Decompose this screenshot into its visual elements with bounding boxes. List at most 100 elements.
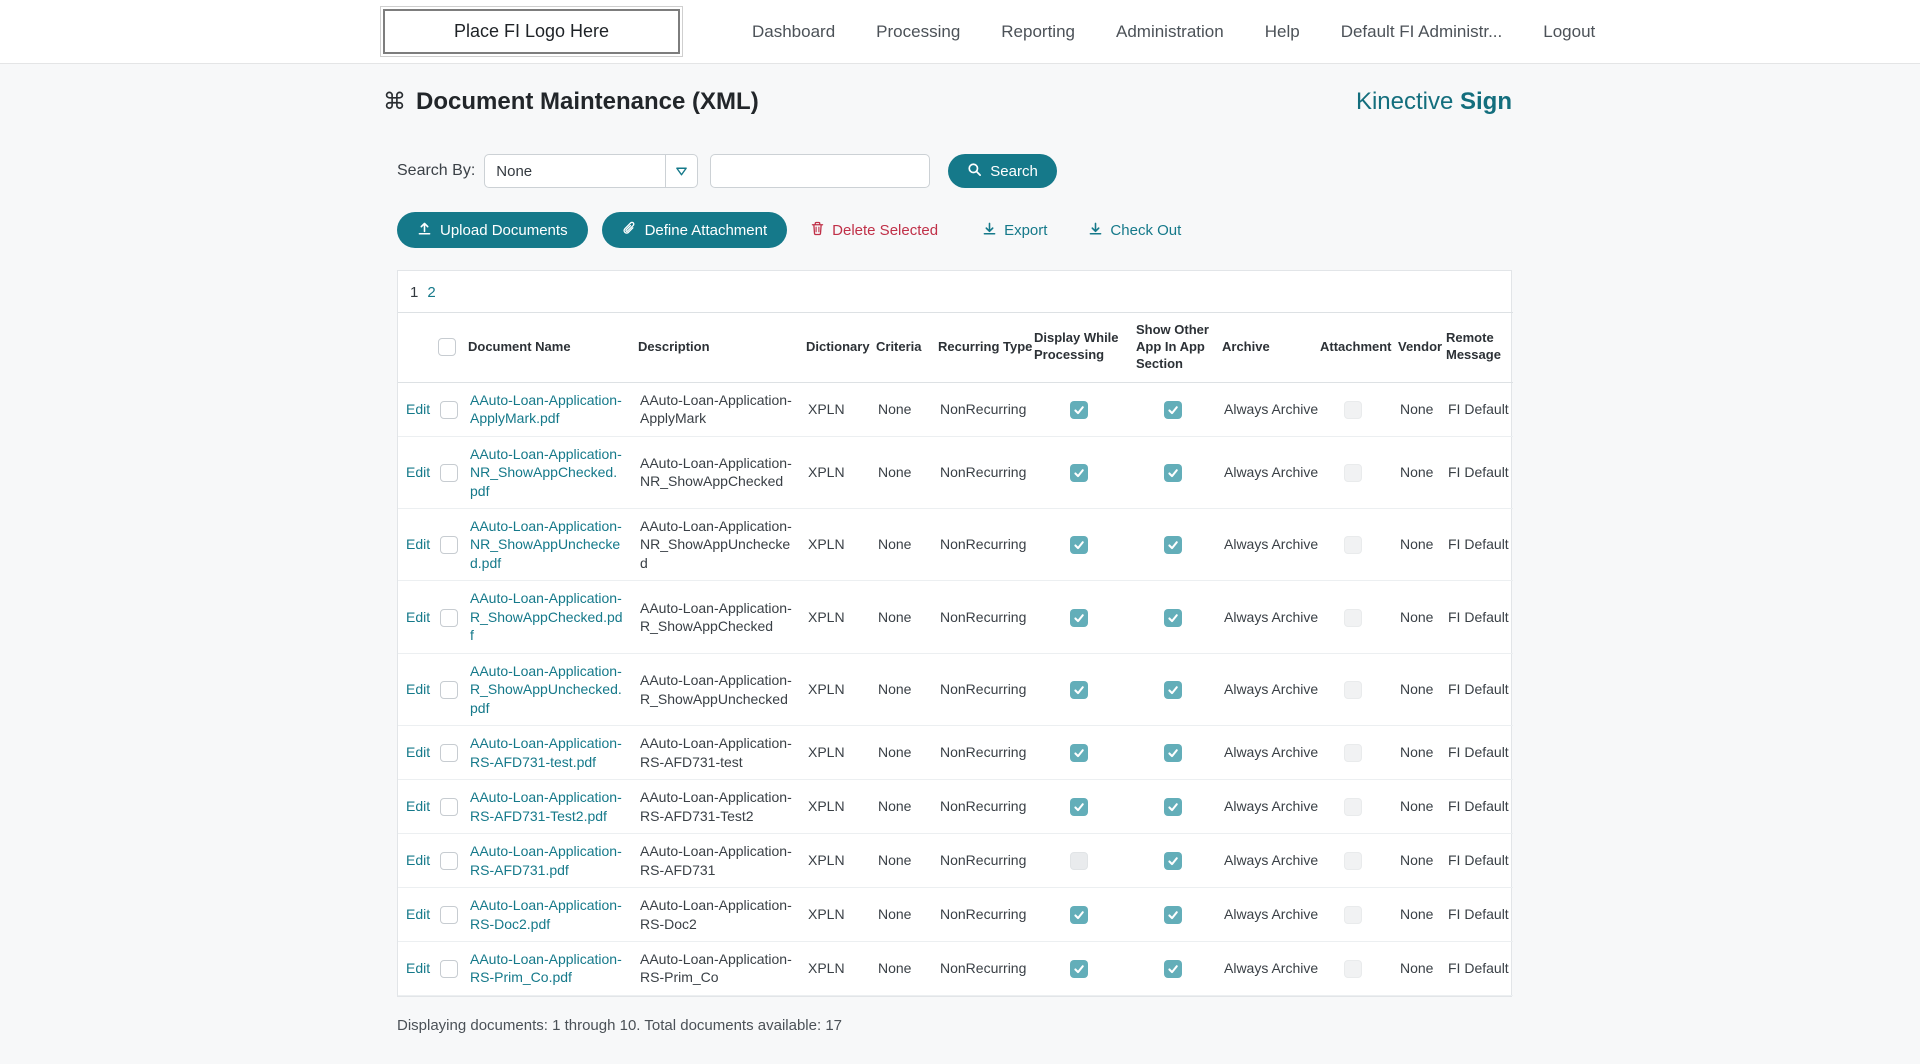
document-name-link[interactable]: AAuto-Loan-Application-RS-AFD731-Test2.p…	[470, 789, 622, 823]
attachment-checkbox	[1344, 960, 1362, 978]
page-title: ⌘ Document Maintenance (XML)	[383, 88, 759, 116]
description-cell: AAuto-Loan-Application-R_ShowAppChecked	[632, 581, 800, 653]
archive-cell: Always Archive	[1216, 834, 1314, 888]
remote-message-cell: FI Default	[1440, 888, 1513, 942]
pagination-page-2[interactable]: 2	[427, 284, 435, 301]
document-name-link[interactable]: AAuto-Loan-Application-R_ShowAppUnchecke…	[470, 663, 622, 716]
description-cell: AAuto-Loan-Application-RS-AFD731-Test2	[632, 780, 800, 834]
select-all-checkbox[interactable]	[438, 338, 456, 356]
edit-link[interactable]: Edit	[406, 852, 430, 868]
table-row: Edit AAuto-Loan-Application-RS-AFD731-tes…	[398, 726, 1513, 780]
row-select-checkbox[interactable]	[440, 609, 458, 627]
search-button[interactable]: Search	[948, 154, 1057, 188]
display-while-processing-checkbox[interactable]	[1070, 906, 1088, 924]
nav-dashboard[interactable]: Dashboard	[752, 22, 835, 42]
nav-logout[interactable]: Logout	[1543, 22, 1595, 42]
trash-icon	[810, 221, 825, 240]
edit-link[interactable]: Edit	[406, 906, 430, 922]
upload-documents-label: Upload Documents	[440, 222, 568, 239]
document-name-link[interactable]: AAuto-Loan-Application-RS-AFD731.pdf	[470, 843, 622, 877]
remote-message-cell: FI Default	[1440, 436, 1513, 508]
col-dictionary: Dictionary	[800, 313, 870, 383]
document-name-link[interactable]: AAuto-Loan-Application-R_ShowAppChecked.…	[470, 590, 623, 643]
attachment-checkbox	[1344, 609, 1362, 627]
display-while-processing-checkbox[interactable]	[1070, 798, 1088, 816]
check-out-button[interactable]: Check Out	[1088, 221, 1181, 240]
vendor-cell: None	[1392, 653, 1440, 725]
document-name-link[interactable]: AAuto-Loan-Application-NR_ShowAppChecked…	[470, 446, 622, 499]
display-while-processing-checkbox[interactable]	[1070, 681, 1088, 699]
vendor-cell: None	[1392, 581, 1440, 653]
col-select	[432, 313, 462, 383]
upload-documents-button[interactable]: Upload Documents	[397, 212, 588, 248]
show-other-app-checkbox[interactable]	[1164, 401, 1182, 419]
export-button[interactable]: Export	[982, 221, 1047, 240]
edit-link[interactable]: Edit	[406, 401, 430, 417]
row-select-checkbox[interactable]	[440, 852, 458, 870]
display-while-processing-checkbox[interactable]	[1070, 744, 1088, 762]
criteria-cell: None	[870, 436, 932, 508]
attachment-checkbox	[1344, 852, 1362, 870]
display-while-processing-checkbox[interactable]	[1070, 536, 1088, 554]
vendor-cell: None	[1392, 888, 1440, 942]
criteria-cell: None	[870, 888, 932, 942]
delete-selected-button[interactable]: Delete Selected	[810, 221, 938, 240]
description-cell: AAuto-Loan-Application-NR_ShowAppUncheck…	[632, 509, 800, 581]
search-button-label: Search	[990, 163, 1038, 180]
document-name-link[interactable]: AAuto-Loan-Application-ApplyMark.pdf	[470, 392, 622, 426]
show-other-app-checkbox[interactable]	[1164, 906, 1182, 924]
chevron-down-icon[interactable]	[665, 155, 697, 187]
row-select-checkbox[interactable]	[440, 401, 458, 419]
show-other-app-checkbox[interactable]	[1164, 536, 1182, 554]
dictionary-cell: XPLN	[800, 834, 870, 888]
documents-table: Document Name Description Dictionary Cri…	[398, 312, 1513, 996]
show-other-app-checkbox[interactable]	[1164, 681, 1182, 699]
row-select-checkbox[interactable]	[440, 960, 458, 978]
criteria-cell: None	[870, 581, 932, 653]
show-other-app-checkbox[interactable]	[1164, 744, 1182, 762]
nav-processing[interactable]: Processing	[876, 22, 960, 42]
remote-message-cell: FI Default	[1440, 726, 1513, 780]
display-while-processing-checkbox[interactable]	[1070, 464, 1088, 482]
table-row: Edit AAuto-Loan-Application-ApplyMark.pdf…	[398, 382, 1513, 436]
show-other-app-checkbox[interactable]	[1164, 609, 1182, 627]
edit-link[interactable]: Edit	[406, 960, 430, 976]
row-select-checkbox[interactable]	[440, 681, 458, 699]
nav-administration[interactable]: Administration	[1116, 22, 1224, 42]
edit-link[interactable]: Edit	[406, 798, 430, 814]
row-select-checkbox[interactable]	[440, 536, 458, 554]
nav-user-menu[interactable]: Default FI Administr...	[1341, 22, 1503, 42]
display-while-processing-checkbox[interactable]	[1070, 609, 1088, 627]
display-while-processing-checkbox[interactable]	[1070, 960, 1088, 978]
search-input[interactable]	[710, 154, 930, 188]
edit-link[interactable]: Edit	[406, 609, 430, 625]
show-other-app-checkbox[interactable]	[1164, 960, 1182, 978]
nav-reporting[interactable]: Reporting	[1001, 22, 1075, 42]
document-name-link[interactable]: AAuto-Loan-Application-RS-Doc2.pdf	[470, 897, 622, 931]
row-select-checkbox[interactable]	[440, 906, 458, 924]
row-select-checkbox[interactable]	[440, 798, 458, 816]
edit-link[interactable]: Edit	[406, 536, 430, 552]
document-name-link[interactable]: AAuto-Loan-Application-RS-AFD731-test.pd…	[470, 735, 622, 769]
edit-link[interactable]: Edit	[406, 744, 430, 760]
edit-link[interactable]: Edit	[406, 681, 430, 697]
attachment-checkbox	[1344, 401, 1362, 419]
col-description: Description	[632, 313, 800, 383]
show-other-app-checkbox[interactable]	[1164, 798, 1182, 816]
show-other-app-checkbox[interactable]	[1164, 852, 1182, 870]
show-other-app-checkbox[interactable]	[1164, 464, 1182, 482]
brand-logo: Kinective Sign	[1356, 88, 1512, 116]
pagination-page-1[interactable]: 1	[410, 284, 418, 301]
define-attachment-button[interactable]: Define Attachment	[602, 212, 788, 248]
nav-help[interactable]: Help	[1265, 22, 1300, 42]
attachment-checkbox	[1344, 681, 1362, 699]
document-name-link[interactable]: AAuto-Loan-Application-RS-Prim_Co.pdf	[470, 951, 622, 985]
display-while-processing-checkbox[interactable]	[1070, 401, 1088, 419]
row-select-checkbox[interactable]	[440, 744, 458, 762]
row-select-checkbox[interactable]	[440, 464, 458, 482]
search-by-dropdown[interactable]: None	[484, 154, 698, 188]
dictionary-cell: XPLN	[800, 509, 870, 581]
document-name-link[interactable]: AAuto-Loan-Application-NR_ShowAppUncheck…	[470, 518, 622, 571]
edit-link[interactable]: Edit	[406, 464, 430, 480]
display-while-processing-checkbox[interactable]	[1070, 852, 1088, 870]
